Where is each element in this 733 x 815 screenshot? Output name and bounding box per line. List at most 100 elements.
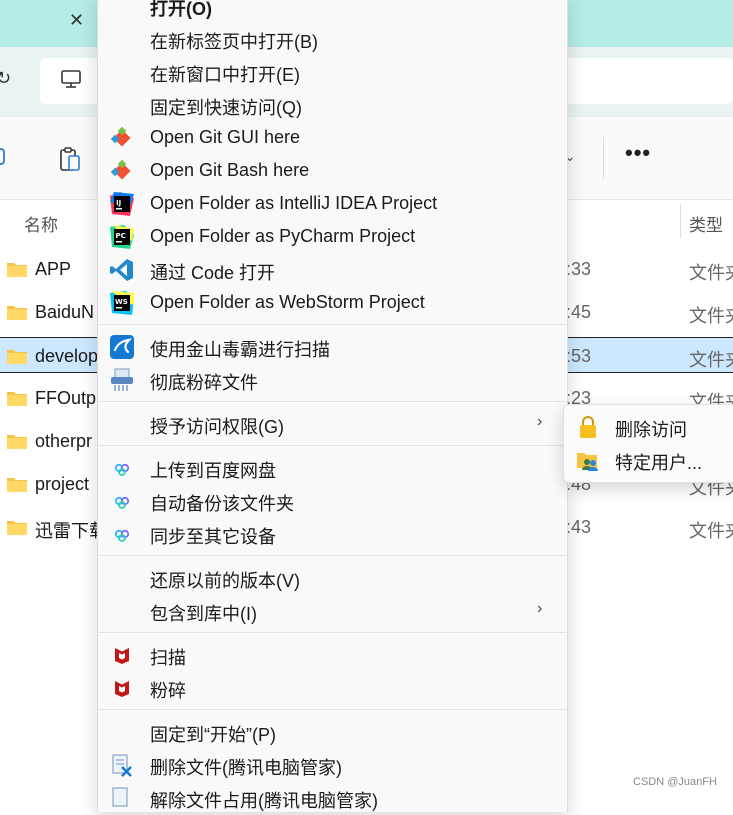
menu-item-kingsoft-scan[interactable]: 使用金山毒霸进行扫描	[97, 331, 566, 364]
paste-icon[interactable]	[58, 146, 82, 174]
menu-item-label: Open Git Bash here	[150, 160, 310, 180]
menu-item-label: 在新窗口中打开(E)	[150, 65, 300, 85]
menu-item-webstorm[interactable]: WS Open Folder as WebStorm Project	[97, 287, 566, 320]
git-gui-icon	[110, 126, 131, 147]
pycharm-icon: PC	[110, 225, 134, 249]
folder-icon	[7, 478, 27, 492]
menu-item-label: 自动备份该文件夹	[150, 494, 294, 514]
menu-separator	[97, 555, 566, 556]
file-type: 文件夹	[689, 521, 733, 541]
menu-item-label: Open Folder as PyCharm Project	[150, 226, 416, 246]
menu-item-pin-quick-access[interactable]: 固定到快速访问(Q)	[97, 89, 566, 122]
menu-item-label: 固定到“开始”(P)	[150, 725, 276, 745]
baidu-netdisk-icon	[114, 463, 130, 476]
menu-item-label: 包含到库中(I)	[150, 604, 257, 624]
baidu-netdisk-icon	[114, 496, 130, 509]
menu-item-label: 扫描	[150, 648, 186, 668]
file-type: 文件夹	[689, 350, 733, 370]
menu-item-label: 通过 Code 打开	[150, 263, 276, 283]
vscode-icon	[110, 259, 133, 281]
mcafee-icon	[115, 681, 129, 697]
menu-separator	[97, 632, 566, 633]
menu-item-git-gui[interactable]: Open Git GUI here	[97, 122, 566, 155]
more-options-button[interactable]: •••	[625, 140, 651, 166]
intellij-icon: IJ	[110, 192, 134, 216]
svg-text:PC: PC	[116, 232, 126, 240]
folder-icon	[7, 263, 27, 277]
submenu-item-specific-users[interactable]: 特定用户...	[563, 444, 733, 476]
menu-item-label: 粉碎	[150, 681, 186, 701]
file-name: FFOutp	[35, 388, 97, 408]
menu-item-intellij[interactable]: IJ Open Folder as IntelliJ IDEA Project	[97, 188, 566, 221]
menu-item-label: 同步至其它设备	[150, 527, 276, 547]
tencent-delete-icon	[112, 754, 132, 777]
refresh-icon[interactable]: ↻	[0, 68, 11, 89]
mcafee-icon	[115, 648, 129, 664]
folder-icon	[7, 435, 27, 449]
tencent-unlock-icon	[112, 787, 128, 807]
file-modified: :43	[566, 517, 592, 537]
menu-item-mcafee-scan[interactable]: 扫描	[97, 639, 566, 672]
menu-item-open-new-tab[interactable]: 在新标签页中打开(B)	[97, 23, 566, 56]
file-type: 文件夹	[689, 263, 733, 283]
file-name: develop	[35, 346, 99, 366]
file-name: otherpr	[35, 431, 93, 451]
menu-separator	[97, 401, 566, 402]
menu-separator	[97, 445, 566, 446]
file-modified: :53	[566, 346, 592, 366]
menu-item-label: 删除文件(腾讯电脑管家)	[150, 758, 342, 778]
file-type: 文件夹	[689, 306, 733, 326]
menu-item-label: 解除文件占用(腾讯电脑管家)	[150, 791, 378, 811]
svg-text:WS: WS	[115, 298, 128, 306]
menu-item-tencent-delete[interactable]: 删除文件(腾讯电脑管家)	[97, 749, 566, 782]
watermark-text: CSDN @JuanFH	[633, 776, 717, 788]
submenu-item-label: 删除访问	[615, 420, 687, 440]
file-name: APP	[35, 259, 72, 279]
menu-item-baidu-backup[interactable]: 自动备份该文件夹	[97, 485, 566, 518]
folder-icon	[7, 350, 27, 364]
menu-separator	[97, 324, 566, 325]
toolbar-divider	[603, 137, 604, 179]
close-tab-icon[interactable]: ✕	[69, 10, 84, 31]
computer-icon	[61, 70, 81, 88]
menu-item-give-access[interactable]: 授予访问权限(G) ›	[97, 408, 566, 441]
file-modified: :33	[566, 259, 592, 279]
svg-text:IJ: IJ	[116, 199, 121, 207]
menu-item-include-library[interactable]: 包含到库中(I) ›	[97, 595, 566, 628]
kingsoft-antivirus-icon	[110, 335, 134, 359]
folder-icon	[7, 392, 27, 406]
menu-item-label: 使用金山毒霸进行扫描	[150, 340, 330, 360]
git-bash-icon	[110, 159, 131, 180]
menu-item-open-new-window[interactable]: 在新窗口中打开(E)	[97, 56, 566, 89]
menu-item-tencent-unlock[interactable]: 解除文件占用(腾讯电脑管家)	[97, 782, 566, 815]
menu-item-label: 彻底粉碎文件	[150, 373, 258, 393]
lock-icon	[580, 416, 596, 438]
folder-icon	[7, 306, 27, 320]
menu-item-mcafee-shred[interactable]: 粉碎	[97, 672, 566, 705]
chevron-right-icon: ›	[537, 600, 543, 617]
file-modified: :45	[566, 302, 592, 322]
menu-item-git-bash[interactable]: Open Git Bash here	[97, 155, 566, 188]
menu-item-pin-start[interactable]: 固定到“开始”(P)	[97, 716, 566, 749]
baidu-netdisk-icon	[114, 529, 130, 542]
chevron-right-icon: ›	[537, 413, 543, 430]
column-divider[interactable]	[680, 204, 681, 238]
menu-item-pycharm[interactable]: PC Open Folder as PyCharm Project	[97, 221, 566, 254]
column-header-name[interactable]: 名称	[24, 211, 58, 236]
menu-item-vscode[interactable]: 通过 Code 打开	[97, 254, 566, 287]
copy-icon[interactable]	[0, 146, 12, 168]
menu-item-label: Open Folder as WebStorm Project	[150, 292, 425, 312]
menu-item-baidu-upload[interactable]: 上传到百度网盘	[97, 452, 566, 485]
folder-icon	[7, 521, 27, 535]
menu-item-baidu-sync[interactable]: 同步至其它设备	[97, 518, 566, 551]
column-header-type[interactable]: 类型	[689, 211, 723, 236]
menu-item-open[interactable]: 打开(O)	[97, 0, 566, 23]
submenu-item-label: 特定用户...	[615, 453, 703, 473]
submenu-item-remove-access[interactable]: 删除访问	[563, 411, 733, 443]
webstorm-icon: WS	[110, 291, 134, 315]
menu-item-restore-versions[interactable]: 还原以前的版本(V)	[97, 562, 566, 595]
shared-folder-users-icon	[577, 453, 598, 471]
menu-item-shred[interactable]: 彻底粉碎文件	[97, 364, 566, 397]
menu-item-label: 授予访问权限(G)	[150, 417, 284, 437]
menu-item-label: 固定到快速访问(Q)	[150, 98, 302, 118]
